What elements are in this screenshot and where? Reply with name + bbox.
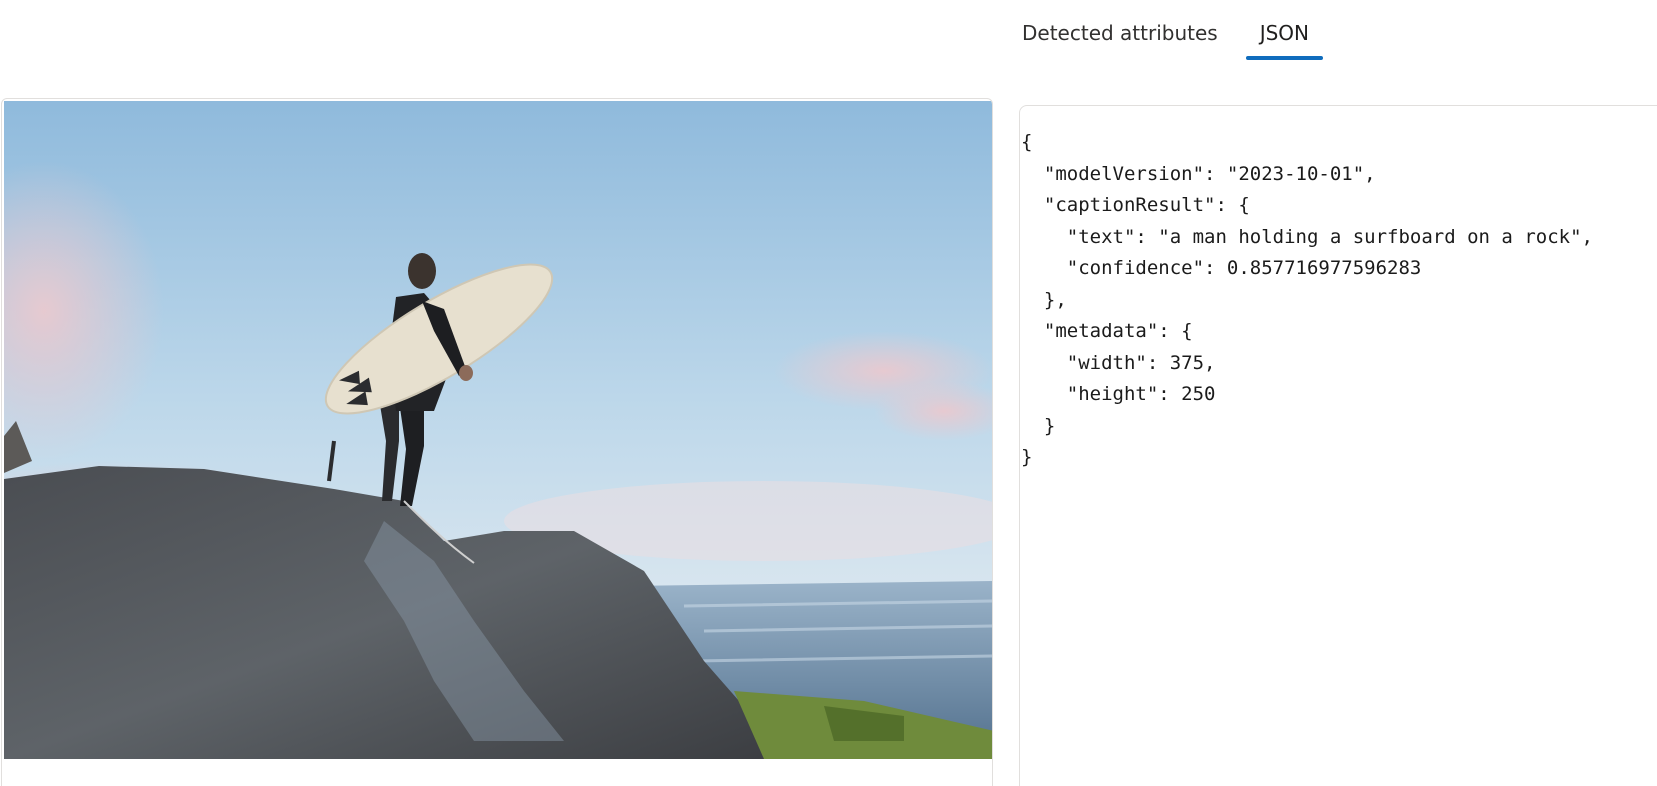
json-output-panel: { "modelVersion": "2023-10-01", "caption… [1019, 105, 1657, 786]
json-code-block: { "modelVersion": "2023-10-01", "caption… [1021, 127, 1593, 474]
result-tabs: Detected attributes JSON [1022, 18, 1324, 62]
json-line: }, [1021, 288, 1067, 311]
json-line: "text": "a man holding a surfboard on a … [1021, 225, 1593, 248]
json-line: } [1021, 414, 1056, 437]
json-line: "height": 250 [1021, 383, 1216, 405]
tab-json[interactable]: JSON [1245, 18, 1324, 62]
surfer-photo [4, 101, 992, 759]
image-preview-card [1, 98, 993, 786]
json-line: } [1021, 446, 1033, 468]
json-line: { [1021, 131, 1033, 153]
vision-studio-result-view: Detected attributes JSON {"modelVersion… [0, 0, 1657, 786]
json-line: "metadata": { [1021, 320, 1193, 342]
tab-detected-attributes[interactable]: Detected attributes [1022, 18, 1232, 62]
json-line: "captionResult": { [1021, 194, 1250, 216]
json-line: "confidence": 0.857716977596283 [1021, 257, 1422, 279]
json-line: "modelVersion": "2023-10-01", [1021, 162, 1376, 185]
json-line: "width": 375, [1021, 351, 1216, 374]
